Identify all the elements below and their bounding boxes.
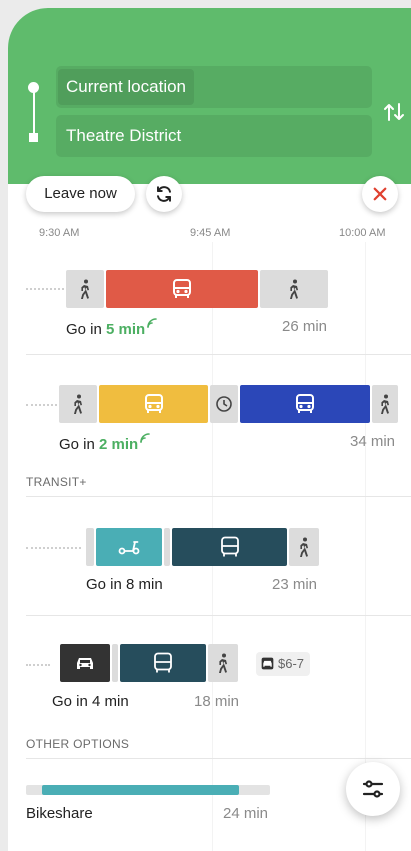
walk-segment[interactable] [208, 644, 238, 682]
leave-now-button[interactable]: Leave now [26, 176, 135, 212]
car-segment[interactable] [60, 644, 110, 682]
trip-duration: 23 min [272, 576, 318, 593]
transit-segment[interactable] [120, 644, 206, 682]
origin-dot-icon [28, 82, 39, 93]
walk-segment[interactable] [372, 385, 398, 423]
bikeshare-label: Bikeshare [26, 805, 93, 822]
row-divider [26, 354, 411, 355]
refresh-icon [157, 186, 171, 202]
go-time-text: Go in 8 min [86, 576, 163, 593]
walk-icon [290, 279, 298, 299]
bus-segment[interactable] [240, 385, 370, 423]
trip-duration: 34 min [350, 433, 396, 450]
car-icon [77, 658, 93, 669]
walk-segment[interactable] [164, 528, 170, 566]
section-header-other-options: OTHER OPTIONS [26, 737, 130, 751]
origin-field[interactable]: Current location [56, 66, 372, 108]
go-prefix: Go in [59, 436, 100, 453]
destination-text: Theatre District [66, 126, 182, 145]
realtime-icon [140, 433, 151, 443]
trip-duration: 18 min [194, 693, 240, 710]
walk-icon [219, 653, 227, 673]
gridline [365, 242, 366, 851]
bikeshare-segment[interactable] [42, 785, 239, 795]
bus-icon [154, 652, 172, 673]
wait-dots [26, 547, 81, 549]
origin-text: Current location [58, 69, 195, 105]
app-screen: Current location Theatre District Leave … [8, 8, 411, 851]
destination-square-icon [29, 133, 38, 142]
bikeshare-duration: 24 min [223, 805, 269, 822]
car-icon [261, 657, 274, 670]
wait-dots [26, 404, 57, 406]
filter-sliders-icon [362, 780, 384, 798]
row-divider [26, 496, 411, 497]
walk-icon [381, 394, 389, 414]
go-time-highlight: 5 min [106, 321, 146, 338]
route-connector [33, 89, 35, 137]
go-prefix: Go in [66, 321, 107, 338]
swap-vertical-icon[interactable] [382, 100, 406, 124]
walk-icon [74, 394, 82, 414]
walk-segment[interactable] [86, 528, 94, 566]
price-badge: $6-7 [256, 652, 311, 676]
refresh-button[interactable] [146, 176, 182, 212]
wait-dots [26, 664, 50, 666]
walk-icon [81, 279, 89, 299]
trip-duration: 26 min [282, 318, 328, 335]
time-label-1000: 10:00 AM [339, 227, 386, 239]
go-time-text: Go in 4 min [52, 693, 129, 710]
price-text: $6-7 [278, 656, 305, 671]
wait-dots [26, 288, 64, 290]
walk-segment[interactable] [289, 528, 319, 566]
go-time-text: Go in 2 min [59, 433, 151, 453]
transit-segment[interactable] [172, 528, 287, 566]
close-button[interactable] [362, 176, 398, 212]
walk-segment[interactable] [66, 270, 104, 308]
destination-field[interactable]: Theatre District [56, 115, 372, 157]
bus-icon [220, 536, 239, 557]
bus-icon [296, 394, 314, 413]
row-divider [26, 615, 411, 616]
go-time-highlight: 2 min [99, 436, 139, 453]
go-time-text: Go in 5 min [66, 318, 158, 338]
realtime-icon [147, 318, 158, 328]
filter-button[interactable] [346, 762, 400, 816]
scooter-icon [118, 541, 140, 555]
bus-segment[interactable] [99, 385, 208, 423]
time-label-945: 9:45 AM [190, 227, 231, 239]
bus-icon [144, 394, 163, 413]
walk-segment[interactable] [59, 385, 97, 423]
bus-segment[interactable] [106, 270, 258, 308]
clock-icon [216, 396, 232, 412]
wait-segment[interactable] [210, 385, 238, 423]
walk-segment[interactable] [260, 270, 328, 308]
walk-icon [300, 537, 308, 557]
search-header: Current location Theatre District [8, 8, 411, 184]
walk-segment[interactable] [112, 644, 118, 682]
scooter-segment[interactable] [96, 528, 162, 566]
bus-icon [173, 279, 191, 298]
row-divider [26, 758, 411, 759]
section-header-transit-plus: TRANSIT+ [26, 475, 87, 489]
close-icon [373, 187, 387, 201]
time-label-930: 9:30 AM [39, 227, 80, 239]
